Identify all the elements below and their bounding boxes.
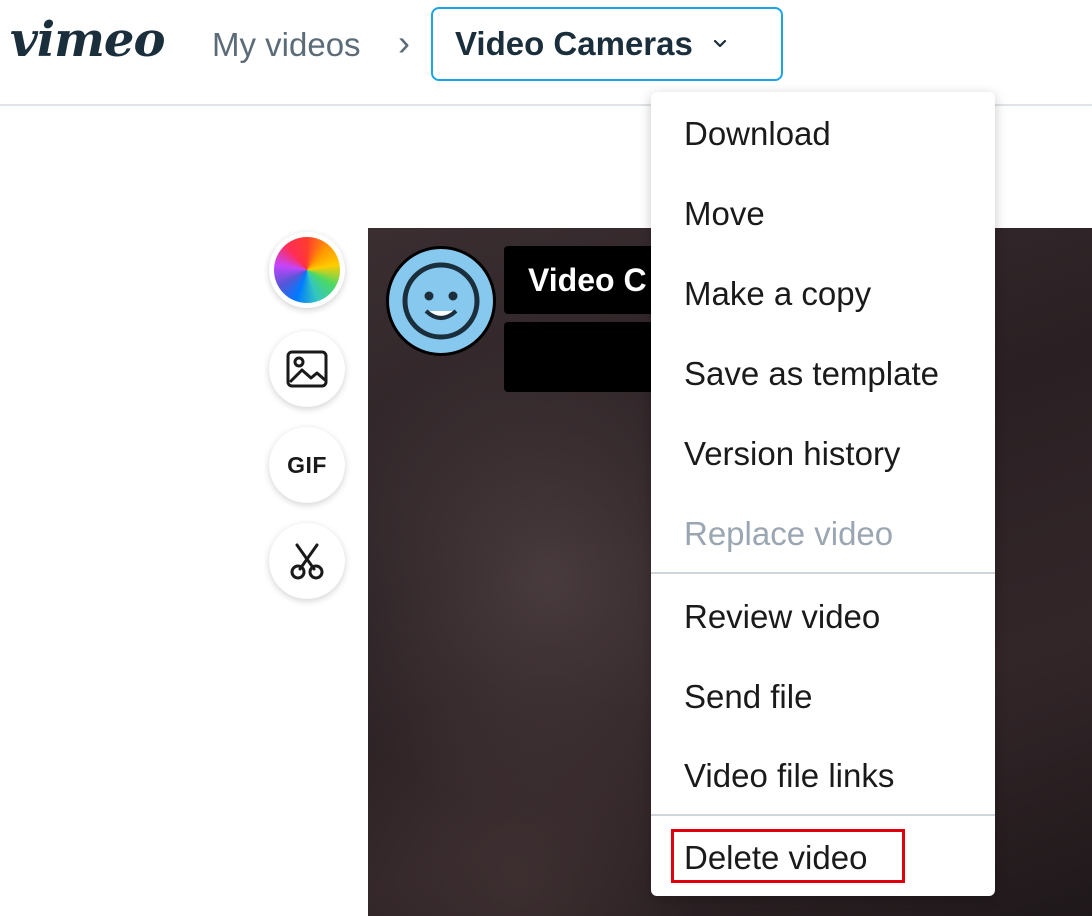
vimeo-logo[interactable]: vimeo — [10, 12, 165, 68]
menu-item-make-a-copy[interactable]: Make a copy — [684, 275, 871, 313]
avatar — [386, 246, 496, 356]
image-button[interactable] — [269, 331, 345, 407]
breadcrumb-my-videos[interactable]: My videos — [212, 26, 361, 64]
menu-item-send-file[interactable]: Send file — [684, 678, 812, 716]
color-wheel-icon — [274, 237, 340, 303]
menu-item-move[interactable]: Move — [684, 195, 765, 233]
gif-button[interactable]: GIF — [269, 427, 345, 503]
gif-icon: GIF — [287, 451, 327, 478]
menu-divider — [651, 572, 995, 574]
delete-video-highlight — [671, 829, 905, 883]
video-title: Video Cameras — [455, 25, 693, 62]
menu-item-review-video[interactable]: Review video — [684, 598, 880, 636]
video-title-dropdown-button[interactable]: Video Cameras — [431, 7, 783, 81]
menu-item-version-history[interactable]: Version history — [684, 435, 900, 473]
image-icon — [286, 350, 328, 388]
breadcrumb-separator-icon: › — [398, 22, 410, 63]
menu-item-video-file-links[interactable]: Video file links — [684, 757, 894, 795]
menu-item-save-as-template[interactable]: Save as template — [684, 355, 939, 393]
menu-item-download[interactable]: Download — [684, 115, 831, 153]
scissors-icon — [290, 543, 324, 580]
menu-item-replace-video: Replace video — [684, 515, 894, 552]
video-actions-menu: Download Move Make a copy Save as templa… — [651, 92, 995, 896]
smiley-face-icon — [402, 262, 480, 340]
top-header: vimeo My videos › Video Cameras — [0, 0, 1092, 106]
chevron-down-icon — [713, 39, 726, 48]
color-button[interactable] — [269, 232, 345, 308]
menu-divider — [651, 814, 995, 816]
trim-button[interactable] — [269, 523, 345, 599]
